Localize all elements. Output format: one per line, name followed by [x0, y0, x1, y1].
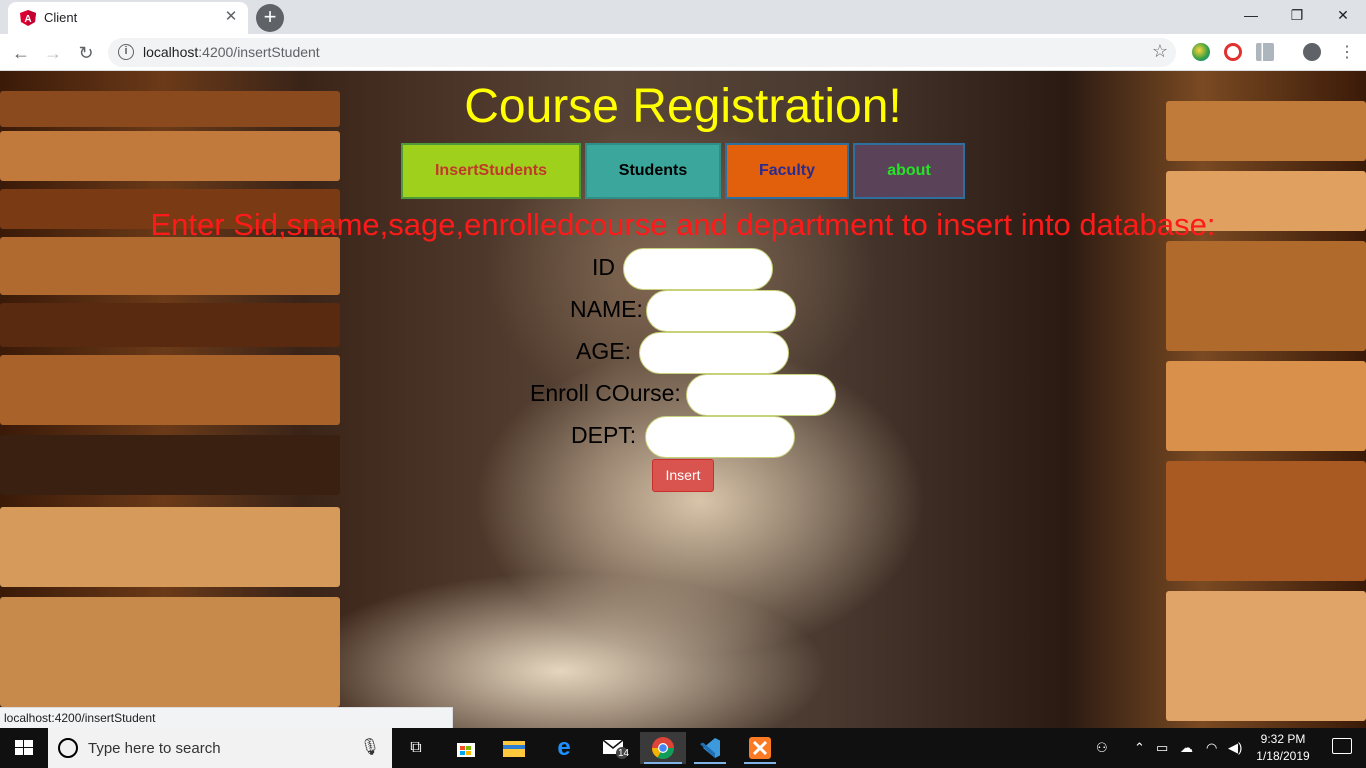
forward-button[interactable]: →	[40, 40, 66, 66]
page-title: Course Registration!	[464, 80, 902, 133]
book-spine	[0, 507, 340, 587]
svg-text:A: A	[24, 14, 31, 25]
back-button[interactable]: ←	[8, 40, 34, 66]
status-bar-url: localhost:4200/insertStudent	[0, 707, 453, 728]
show-hidden-icons[interactable]: ⌃	[1134, 740, 1145, 756]
tab-close-icon[interactable]: ✕	[222, 8, 240, 26]
taskbar: Type here to search 🎙 ⧉ e 14 ⚇ ⌃ ▭ ☁ ◠ ◀…	[0, 728, 1366, 768]
people-icon[interactable]: ⚇	[1096, 740, 1108, 756]
book-spine	[0, 303, 340, 347]
age-field[interactable]	[639, 332, 789, 374]
new-tab-button[interactable]: +	[256, 4, 284, 32]
reload-button[interactable]: ↻	[73, 40, 99, 66]
extension-globe-icon[interactable]	[1192, 43, 1210, 61]
minimize-button[interactable]: —	[1228, 0, 1274, 30]
book-spine	[0, 131, 340, 181]
book-spine	[1166, 591, 1366, 721]
browser-toolbar: ← → ↻ i localhost:4200/insertStudent ☆ ⋮	[0, 34, 1366, 71]
web-page: Course Registration! InsertStudents Stud…	[0, 71, 1366, 728]
book-spine	[0, 597, 340, 707]
vscode-icon[interactable]	[690, 732, 730, 764]
taskbar-clock[interactable]: 9:32 PM 1/18/2019	[1248, 731, 1318, 765]
active-indicator	[694, 762, 726, 764]
nav-insert-students[interactable]: InsertStudents	[401, 143, 581, 199]
edge-icon[interactable]: e	[544, 732, 584, 764]
active-indicator	[744, 762, 776, 764]
microphone-icon[interactable]: 🎙	[360, 737, 380, 757]
clock-time: 9:32 PM	[1260, 732, 1306, 746]
volume-icon[interactable]: ◀)	[1228, 740, 1242, 756]
dept-field[interactable]	[645, 416, 795, 458]
chrome-icon[interactable]	[640, 732, 686, 764]
store-icon[interactable]	[446, 732, 486, 764]
file-explorer-icon[interactable]	[494, 732, 534, 764]
bookmark-star-icon[interactable]: ☆	[1152, 41, 1168, 62]
mail-badge: 14	[618, 748, 630, 759]
age-label: AGE:	[576, 338, 631, 364]
mail-icon[interactable]: 14	[594, 732, 634, 764]
id-label: ID	[592, 254, 615, 280]
nav-about[interactable]: about	[853, 143, 965, 199]
angular-icon: A	[20, 10, 36, 26]
nav-students[interactable]: Students	[585, 143, 721, 199]
instruction-text: Enter Sid,sname,sage,enrolledcourse and …	[150, 207, 1216, 242]
xampp-icon[interactable]	[740, 732, 780, 764]
search-placeholder: Type here to search	[88, 740, 221, 757]
browser-tab[interactable]: A Client ✕	[8, 2, 248, 34]
close-window-button[interactable]: ✕	[1320, 0, 1366, 30]
taskbar-search[interactable]: Type here to search 🎙	[48, 728, 392, 768]
insert-button[interactable]: Insert	[652, 459, 714, 492]
id-field[interactable]	[623, 248, 773, 290]
url-text[interactable]: localhost:4200/insertStudent	[143, 44, 320, 60]
info-icon[interactable]: i	[118, 44, 134, 60]
tab-title: Client	[44, 10, 78, 25]
action-center-icon[interactable]	[1332, 738, 1352, 754]
restore-button[interactable]: ❐	[1274, 0, 1320, 30]
book-spine	[1166, 361, 1366, 451]
onedrive-icon[interactable]: ☁	[1180, 740, 1193, 756]
url-host: localhost	[143, 44, 199, 60]
name-label: NAME:	[570, 296, 643, 322]
battery-icon[interactable]: ▭	[1156, 740, 1168, 756]
task-view-icon[interactable]: ⧉	[396, 732, 436, 764]
tab-strip: A Client ✕ + — ❐ ✕	[0, 0, 1366, 34]
account-icon[interactable]	[1303, 43, 1321, 61]
book-spine	[0, 435, 340, 495]
cortana-icon	[58, 738, 78, 758]
book-spine	[1166, 461, 1366, 581]
book-spine	[0, 355, 340, 425]
book-spine	[0, 237, 340, 295]
extension-bars-icon[interactable]	[1256, 43, 1274, 61]
enroll-course-label: Enroll COurse:	[530, 380, 681, 406]
url-path: :4200/insertStudent	[198, 44, 320, 60]
enroll-course-field[interactable]	[686, 374, 836, 416]
opera-icon[interactable]	[1224, 43, 1242, 61]
nav-faculty[interactable]: Faculty	[725, 143, 849, 199]
clock-date: 1/18/2019	[1256, 749, 1310, 763]
wifi-icon[interactable]: ◠	[1206, 740, 1217, 756]
dept-label: DEPT:	[571, 422, 637, 448]
active-indicator	[644, 762, 682, 764]
menu-icon[interactable]: ⋮	[1334, 40, 1360, 66]
windows-start-icon[interactable]	[0, 728, 48, 768]
address-bar[interactable]: i localhost:4200/insertStudent ☆	[108, 38, 1176, 67]
name-field[interactable]	[646, 290, 796, 332]
book-spine	[1166, 241, 1366, 351]
